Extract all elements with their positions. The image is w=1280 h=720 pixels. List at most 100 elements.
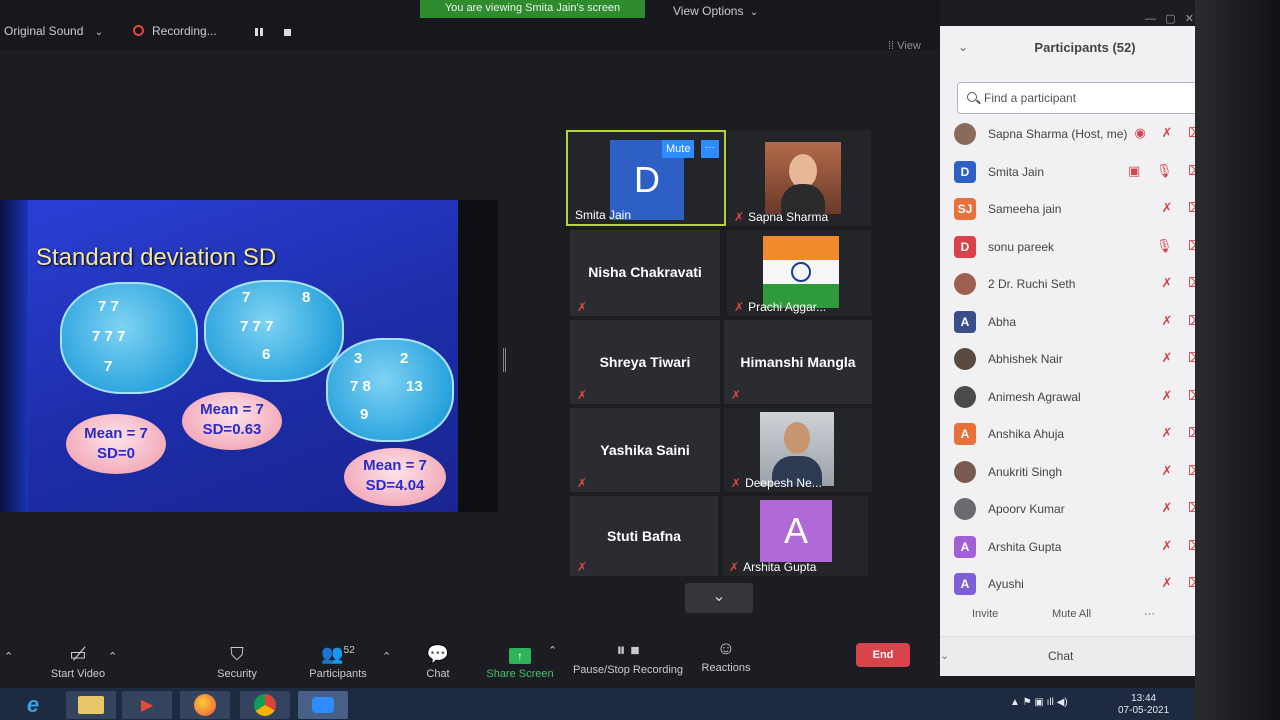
cloud-value: 7 8 [350,378,371,395]
media-player-icon[interactable]: ▶ [122,691,172,719]
video-tile-himanshi[interactable]: Himanshi Mangla ✗ [724,320,872,404]
participant-name: Anshika Ahuja [988,427,1065,441]
participant-row[interactable]: 2 Dr. Ruchi Seth ✗ ⌧ [940,268,1215,305]
zoom-app-icon[interactable] [298,691,348,719]
system-tray-icons[interactable]: ▲ ⚑ ▣ ıll ◀) [1010,697,1068,709]
pause-recording-icon[interactable] [255,28,265,36]
chevron-up-icon: ⌃ [548,645,558,657]
mic-muted-icon: ✗ [731,476,742,490]
original-sound-toggle[interactable]: Original Sound ⌄ [4,24,103,38]
video-tile-deepesh[interactable]: ✗ Deepesh Ne... [724,408,872,492]
participant-row[interactable]: A Anshika Ahuja ✗ ⌧ [940,418,1215,455]
participant-row[interactable]: A Ayushi ✗ ⌧ [940,568,1215,605]
cloud-value: 7 7 [98,298,119,315]
participant-photo [760,412,834,486]
chat-label: Chat [1048,649,1074,663]
file-explorer-icon[interactable] [66,691,116,719]
close-icon[interactable]: ✕ [1185,13,1194,25]
chat-section[interactable]: ⌄ Chat [940,636,1230,676]
chevron-down-icon: ⌄ [749,7,759,18]
share-screen-button[interactable]: ↑ Share Screen [484,644,556,680]
share-screen-label: Share Screen [486,668,554,680]
chevron-down-icon: ⌄ [940,650,950,662]
chat-icon: 💬 [426,644,450,664]
participant-row[interactable]: A Arshita Gupta ✗ ⌧ [940,531,1215,568]
clock[interactable]: 13:44 07-05-2021 [1118,693,1169,717]
next-page-button[interactable]: ⌄ [685,583,753,613]
firefox-icon[interactable] [180,691,230,719]
avatar: A [954,310,976,333]
participant-name: sonu pareek [988,239,1055,254]
end-meeting-button[interactable]: End [856,643,910,667]
participants-options-chevron[interactable]: ⌃ [382,650,391,663]
participant-row[interactable]: Apoorv Kumar ✗ ⌧ [940,493,1215,530]
avatar: A [954,423,976,445]
participant-name-row: ✗ Prachi Aggar... [734,300,826,314]
mute-button[interactable]: Mute [662,140,695,158]
participant-row[interactable]: Dsonu pareek 🎙 ⌧ [940,231,1215,268]
share-options-chevron[interactable]: ⌃ [548,644,557,657]
participant-row[interactable]: Anukriti Singh ✗ ⌧ [940,456,1215,493]
mean-value: Mean = 7 [200,401,264,418]
cloud-value: 7 [242,289,251,306]
participant-row[interactable]: D Smita Jain ▣ 🎙 ⌧ [940,156,1215,193]
avatar: A [760,500,832,562]
slide-edge [0,200,28,512]
share-screen-icon: ↑ [484,644,556,664]
video-tile-sapna[interactable]: ✗ Sapna Sharma [727,130,871,226]
audio-options-chevron[interactable]: ⌃ [4,650,13,663]
participant-name: Anukriti Singh [988,464,1063,479]
view-options-button[interactable]: View Options ⌄ [673,4,758,18]
participant-row[interactable]: Sapna Sharma (Host, me) ◉ ✗ ⌧ [940,118,1215,155]
internet-explorer-icon[interactable]: e [8,691,58,719]
video-tile-yashika[interactable]: Yashika Saini ✗ [570,408,720,492]
invite-button[interactable]: Invite [972,608,998,620]
participant-name: Sapna Sharma (Host, me) [988,127,1128,141]
video-tile-smita[interactable]: D Mute ··· Smita Jain [566,130,726,226]
start-video-button[interactable]: ▭̸ Start Video [48,644,108,680]
clock-time: 13:44 [1131,693,1157,704]
cloud-value: 9 [360,406,369,423]
participant-name: Ayushi [988,577,1024,591]
participant-row[interactable]: A Abha ✗ ⌧ [940,306,1215,343]
stat-oval-3: Mean = 7 SD=4.04 [344,448,446,506]
video-tile-shreya[interactable]: Shreya Tiwari ✗ [570,320,720,404]
cloud-value: 8 [302,289,311,306]
maximize-icon[interactable]: ▢ [1165,13,1175,25]
stop-recording-icon[interactable] [284,29,291,36]
data-cloud-2: 7 8 7 7 7 6 [204,280,344,382]
security-button[interactable]: ⛉ Security [212,644,262,680]
chevron-up-icon: ⌃ [4,651,14,663]
participant-row[interactable]: Abhishek Nair ✗ ⌧ [940,343,1215,380]
mic-muted-icon: ✗ [577,476,588,490]
avatar [954,273,976,295]
video-tile-arshita[interactable]: A ✗ Arshita Gupta [722,496,868,576]
chat-button[interactable]: 💬 Chat [420,644,456,680]
mute-all-button[interactable]: Mute All [1052,608,1091,620]
more-options-button[interactable]: ··· [1144,608,1155,620]
resize-handle[interactable] [503,348,506,372]
view-layout-button[interactable]: ⁞⁞ View [888,40,921,52]
video-tile-nisha[interactable]: Nisha Chakravati ✗ [570,230,720,316]
participant-name: Shreya Tiwari [599,354,691,370]
participant-row[interactable]: SJ Sameeha jain ✗ ⌧ [940,193,1215,230]
reactions-button[interactable]: ☺ Reactions [700,638,752,674]
cloud-value: 6 [262,346,271,363]
video-options-chevron[interactable]: ⌃ [108,650,117,663]
chevron-up-icon: ⌃ [382,651,392,663]
cloud-value: 7 [104,358,113,375]
minimize-icon[interactable]: — [1145,13,1156,25]
avatar [954,123,976,145]
participant-name-row: ✗ Arshita Gupta [729,560,816,574]
participants-header: Participants (52) [1034,40,1136,55]
video-tile-stuti[interactable]: Stuti Bafna ✗ [570,496,718,576]
participant-row[interactable]: Animesh Agrawal ✗ ⌧ [940,381,1215,418]
video-tile-prachi[interactable]: ✗ Prachi Aggar... [727,230,871,316]
recording-indicator: Recording... [133,24,217,38]
participants-panel: ⌄ Participants (52) Find a participant S… [940,26,1230,676]
pause-stop-recording-button[interactable]: ⏸ ⏹ Pause/Stop Recording [572,640,684,676]
more-options-button[interactable]: ··· [701,140,719,158]
participant-search-input[interactable]: Find a participant [957,82,1213,114]
chrome-icon[interactable] [240,691,290,719]
participants-button[interactable]: 👥52 Participants [304,644,372,680]
